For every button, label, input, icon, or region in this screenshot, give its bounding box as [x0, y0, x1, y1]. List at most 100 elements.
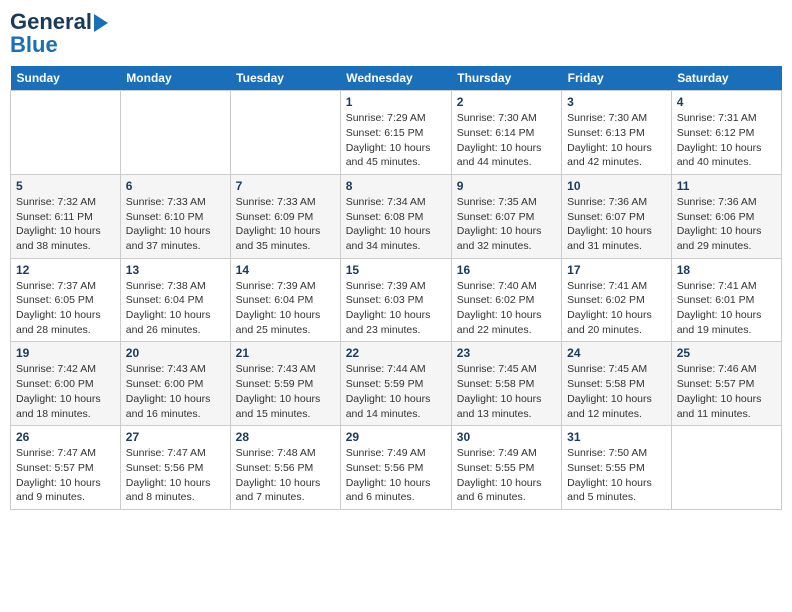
week-row-2: 5 Sunrise: 7:32 AMSunset: 6:11 PMDaylight…: [11, 174, 782, 258]
day-number: 5: [16, 179, 115, 193]
day-number: 15: [346, 263, 446, 277]
day-number: 27: [126, 430, 225, 444]
weekday-header-wednesday: Wednesday: [340, 66, 451, 91]
day-number: 18: [677, 263, 776, 277]
day-cell: 14 Sunrise: 7:39 AMSunset: 6:04 PMDayligh…: [230, 258, 340, 342]
day-cell: 20Sunrise: 7:43 AMSunset: 6:00 PMDayligh…: [120, 342, 230, 426]
day-number: 31: [567, 430, 666, 444]
day-cell: 26 Sunrise: 7:47 AMSunset: 5:57 PMDayligh…: [11, 426, 121, 510]
day-cell: [671, 426, 781, 510]
day-number: 22: [346, 346, 446, 360]
day-cell: [120, 91, 230, 175]
day-info: Sunrise: 7:49 AMSunset: 5:56 PMDaylight:…: [346, 446, 446, 505]
day-info: Sunrise: 7:47 AMSunset: 5:56 PMDaylight:…: [126, 446, 225, 505]
day-info: Sunrise: 7:42 AMSunset: 6:00 PMDaylight:…: [16, 362, 115, 421]
day-info: Sunrise: 7:34 AMSunset: 6:08 PMDaylight:…: [346, 195, 446, 254]
day-info: Sunrise: 7:45 AMSunset: 5:58 PMDaylight:…: [567, 362, 666, 421]
weekday-header-thursday: Thursday: [451, 66, 561, 91]
day-info: Sunrise: 7:48 AMSunset: 5:56 PMDaylight:…: [236, 446, 335, 505]
day-number: 30: [457, 430, 556, 444]
day-info: Sunrise: 7:31 AMSunset: 6:12 PMDaylight:…: [677, 111, 776, 170]
day-cell: 21Sunrise: 7:43 AMSunset: 5:59 PMDayligh…: [230, 342, 340, 426]
page-header: General Blue: [10, 10, 782, 58]
logo-text: General: [10, 10, 108, 34]
day-cell: 12Sunrise: 7:37 AMSunset: 6:05 PMDayligh…: [11, 258, 121, 342]
day-number: 7: [236, 179, 335, 193]
day-info: Sunrise: 7:39 AMSunset: 6:03 PMDaylight:…: [346, 279, 446, 338]
day-cell: 29 Sunrise: 7:49 AMSunset: 5:56 PMDayligh…: [340, 426, 451, 510]
day-info: Sunrise: 7:33 AMSunset: 6:10 PMDaylight:…: [126, 195, 225, 254]
day-info: Sunrise: 7:43 AMSunset: 5:59 PMDaylight:…: [236, 362, 335, 421]
day-cell: 15 Sunrise: 7:39 AMSunset: 6:03 PMDayligh…: [340, 258, 451, 342]
day-cell: [230, 91, 340, 175]
day-number: 14: [236, 263, 335, 277]
day-number: 2: [457, 95, 556, 109]
day-number: 23: [457, 346, 556, 360]
day-cell: 6Sunrise: 7:33 AMSunset: 6:10 PMDaylight…: [120, 174, 230, 258]
day-info: Sunrise: 7:45 AMSunset: 5:58 PMDaylight:…: [457, 362, 556, 421]
day-info: Sunrise: 7:46 AMSunset: 5:57 PMDaylight:…: [677, 362, 776, 421]
day-cell: 25 Sunrise: 7:46 AMSunset: 5:57 PMDayligh…: [671, 342, 781, 426]
day-number: 9: [457, 179, 556, 193]
day-cell: 10 Sunrise: 7:36 AMSunset: 6:07 PMDayligh…: [562, 174, 672, 258]
day-info: Sunrise: 7:41 AMSunset: 6:01 PMDaylight:…: [677, 279, 776, 338]
day-cell: 16Sunrise: 7:40 AMSunset: 6:02 PMDayligh…: [451, 258, 561, 342]
day-cell: 2 Sunrise: 7:30 AMSunset: 6:14 PMDaylight…: [451, 91, 561, 175]
day-cell: 28Sunrise: 7:48 AMSunset: 5:56 PMDayligh…: [230, 426, 340, 510]
day-number: 26: [16, 430, 115, 444]
day-cell: 27 Sunrise: 7:47 AMSunset: 5:56 PMDayligh…: [120, 426, 230, 510]
day-cell: 24 Sunrise: 7:45 AMSunset: 5:58 PMDayligh…: [562, 342, 672, 426]
day-info: Sunrise: 7:30 AMSunset: 6:14 PMDaylight:…: [457, 111, 556, 170]
day-info: Sunrise: 7:41 AMSunset: 6:02 PMDaylight:…: [567, 279, 666, 338]
day-number: 17: [567, 263, 666, 277]
day-info: Sunrise: 7:30 AMSunset: 6:13 PMDaylight:…: [567, 111, 666, 170]
weekday-header-tuesday: Tuesday: [230, 66, 340, 91]
day-info: Sunrise: 7:36 AMSunset: 6:07 PMDaylight:…: [567, 195, 666, 254]
day-info: Sunrise: 7:49 AMSunset: 5:55 PMDaylight:…: [457, 446, 556, 505]
day-number: 11: [677, 179, 776, 193]
day-number: 1: [346, 95, 446, 109]
day-number: 3: [567, 95, 666, 109]
day-cell: 5 Sunrise: 7:32 AMSunset: 6:11 PMDaylight…: [11, 174, 121, 258]
week-row-5: 26 Sunrise: 7:47 AMSunset: 5:57 PMDayligh…: [11, 426, 782, 510]
day-info: Sunrise: 7:38 AMSunset: 6:04 PMDaylight:…: [126, 279, 225, 338]
logo: General Blue: [10, 10, 108, 58]
day-number: 4: [677, 95, 776, 109]
day-number: 8: [346, 179, 446, 193]
day-number: 29: [346, 430, 446, 444]
day-cell: 23 Sunrise: 7:45 AMSunset: 5:58 PMDayligh…: [451, 342, 561, 426]
day-info: Sunrise: 7:50 AMSunset: 5:55 PMDaylight:…: [567, 446, 666, 505]
day-info: Sunrise: 7:33 AMSunset: 6:09 PMDaylight:…: [236, 195, 335, 254]
day-cell: 18 Sunrise: 7:41 AMSunset: 6:01 PMDayligh…: [671, 258, 781, 342]
day-cell: 8 Sunrise: 7:34 AMSunset: 6:08 PMDaylight…: [340, 174, 451, 258]
day-cell: [11, 91, 121, 175]
day-cell: 1 Sunrise: 7:29 AMSunset: 6:15 PMDaylight…: [340, 91, 451, 175]
weekday-header-friday: Friday: [562, 66, 672, 91]
day-number: 24: [567, 346, 666, 360]
day-info: Sunrise: 7:35 AMSunset: 6:07 PMDaylight:…: [457, 195, 556, 254]
day-info: Sunrise: 7:47 AMSunset: 5:57 PMDaylight:…: [16, 446, 115, 505]
day-number: 19: [16, 346, 115, 360]
day-cell: 7 Sunrise: 7:33 AMSunset: 6:09 PMDaylight…: [230, 174, 340, 258]
week-row-3: 12Sunrise: 7:37 AMSunset: 6:05 PMDayligh…: [11, 258, 782, 342]
day-info: Sunrise: 7:29 AMSunset: 6:15 PMDaylight:…: [346, 111, 446, 170]
weekday-header-saturday: Saturday: [671, 66, 781, 91]
day-number: 10: [567, 179, 666, 193]
day-cell: 19 Sunrise: 7:42 AMSunset: 6:00 PMDayligh…: [11, 342, 121, 426]
day-cell: 13 Sunrise: 7:38 AMSunset: 6:04 PMDayligh…: [120, 258, 230, 342]
day-number: 13: [126, 263, 225, 277]
day-number: 25: [677, 346, 776, 360]
day-info: Sunrise: 7:44 AMSunset: 5:59 PMDaylight:…: [346, 362, 446, 421]
day-cell: 22 Sunrise: 7:44 AMSunset: 5:59 PMDayligh…: [340, 342, 451, 426]
weekday-header-sunday: Sunday: [11, 66, 121, 91]
day-cell: 4 Sunrise: 7:31 AMSunset: 6:12 PMDaylight…: [671, 91, 781, 175]
calendar-table: SundayMondayTuesdayWednesdayThursdayFrid…: [10, 66, 782, 510]
day-info: Sunrise: 7:32 AMSunset: 6:11 PMDaylight:…: [16, 195, 115, 254]
week-row-1: 1 Sunrise: 7:29 AMSunset: 6:15 PMDaylight…: [11, 91, 782, 175]
day-cell: 3 Sunrise: 7:30 AMSunset: 6:13 PMDaylight…: [562, 91, 672, 175]
day-cell: 17 Sunrise: 7:41 AMSunset: 6:02 PMDayligh…: [562, 258, 672, 342]
day-info: Sunrise: 7:39 AMSunset: 6:04 PMDaylight:…: [236, 279, 335, 338]
weekday-header-row: SundayMondayTuesdayWednesdayThursdayFrid…: [11, 66, 782, 91]
day-info: Sunrise: 7:37 AMSunset: 6:05 PMDaylight:…: [16, 279, 115, 338]
day-info: Sunrise: 7:40 AMSunset: 6:02 PMDaylight:…: [457, 279, 556, 338]
